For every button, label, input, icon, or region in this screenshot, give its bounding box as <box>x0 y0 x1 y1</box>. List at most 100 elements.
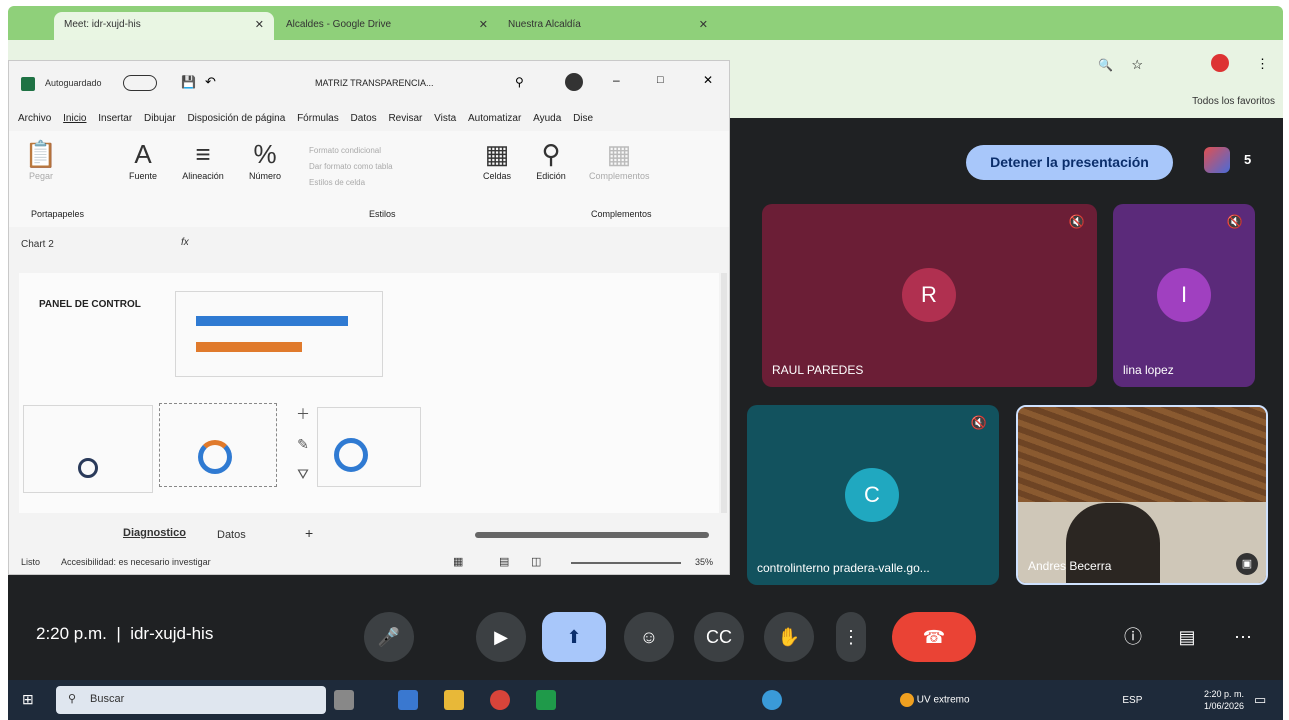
captions-button[interactable]: CC <box>694 612 744 662</box>
menu-vista[interactable]: Vista <box>434 113 456 124</box>
save-icon[interactable]: 💾 <box>181 75 196 89</box>
add-sheet-icon[interactable]: + <box>305 525 313 541</box>
profile-avatar[interactable] <box>1211 54 1229 72</box>
menu-disposicion[interactable]: Disposición de página <box>187 113 285 124</box>
maximize-icon[interactable]: □ <box>657 74 664 86</box>
sheet-tab-diagnostico[interactable]: Diagnostico <box>123 527 186 539</box>
menu-diseno[interactable]: Dise <box>573 113 593 124</box>
menu-insertar[interactable]: Insertar <box>98 113 132 124</box>
cell-styles-button[interactable]: Estilos de celda <box>309 175 393 191</box>
addins-button[interactable]: ▦ Complementos <box>589 137 650 181</box>
menu-datos[interactable]: Datos <box>351 113 377 124</box>
menu-ayuda[interactable]: Ayuda <box>533 113 561 124</box>
file-name[interactable]: MATRIZ TRANSPARENCIA... <box>315 78 434 88</box>
bookmark-star-icon[interactable]: ☆ <box>1131 57 1143 73</box>
page-break-icon[interactable]: ◫ <box>531 555 541 568</box>
paste-button[interactable]: 📋 Pegar <box>11 137 71 181</box>
more-menu-icon[interactable]: ⋮ <box>1256 56 1269 72</box>
alignment-label: Alineación <box>182 171 224 181</box>
vertical-scrollbar[interactable] <box>721 273 727 513</box>
chart-elements-icon[interactable]: ＋ <box>291 399 315 429</box>
taskbar-search-label: Buscar <box>90 693 125 705</box>
end-call-button[interactable]: ☎ <box>892 612 976 662</box>
indicator-card[interactable] <box>23 405 153 493</box>
mic-button[interactable]: 🎤 <box>364 612 414 662</box>
store-icon[interactable] <box>398 690 418 710</box>
system-tray: UV extremo ESP <box>900 693 1142 707</box>
zoom-icon[interactable]: 🔍 <box>1098 58 1113 72</box>
table-format-button[interactable]: Dar formato como tabla <box>309 159 393 175</box>
autosave-toggle[interactable] <box>123 75 157 91</box>
excel-taskbar-icon[interactable] <box>536 690 556 710</box>
group-addins-label: Complementos <box>591 209 652 219</box>
notifications-icon[interactable]: ▭ <box>1254 692 1266 708</box>
bookmarks-all[interactable]: Todos los favoritos <box>1192 96 1275 107</box>
stop-presenting-button[interactable]: Detener la presentación <box>966 145 1173 180</box>
font-button[interactable]: A Fuente <box>113 137 173 181</box>
tab-meet[interactable]: Meet: idr-xujd-his ✕ <box>54 12 274 40</box>
undo-icon[interactable]: ↶ <box>205 74 216 90</box>
normal-view-icon[interactable]: ▦ <box>453 555 463 568</box>
minimize-icon[interactable]: – <box>613 73 620 87</box>
menu-revisar[interactable]: Revisar <box>388 113 422 124</box>
participant-tile[interactable]: 🔇 C controlinterno pradera-valle.go... <box>747 405 999 585</box>
worksheet[interactable]: PANEL DE CONTROL ＋ ✎ ⛛ <box>19 273 719 513</box>
cond-format-button[interactable]: Formato condicional <box>309 143 393 159</box>
edge-icon[interactable] <box>762 690 782 710</box>
camera-button[interactable]: ▶ <box>476 612 526 662</box>
present-button[interactable]: ⬆ <box>542 612 606 662</box>
close-tab-icon[interactable]: ✕ <box>479 18 488 31</box>
menu-automatizar[interactable]: Automatizar <box>468 113 521 124</box>
taskbar-search[interactable]: ⚲ Buscar <box>56 686 326 714</box>
chart-styles-icon[interactable]: ✎ <box>291 429 315 459</box>
menu-dibujar[interactable]: Dibujar <box>144 113 176 124</box>
page-layout-icon[interactable]: ▤ <box>499 555 509 568</box>
activities-icon[interactable]: ⋯ <box>1218 612 1268 662</box>
editing-button[interactable]: ⚲ Edición <box>521 137 581 181</box>
sheet-tab-datos[interactable]: Datos <box>217 529 246 541</box>
info-icon[interactable]: ⓘ <box>1108 612 1158 662</box>
close-icon[interactable]: ✕ <box>703 73 713 87</box>
weather-icon[interactable] <box>900 693 914 707</box>
addins-label: Complementos <box>589 171 650 181</box>
chart-filter-icon[interactable]: ⛛ <box>291 459 315 489</box>
windows-start-icon[interactable]: ⊞ <box>22 691 34 708</box>
menu-archivo[interactable]: Archivo <box>18 113 51 124</box>
close-tab-icon[interactable]: ✕ <box>255 18 264 31</box>
chat-icon[interactable]: ▤ <box>1162 612 1212 662</box>
mic-off-icon: 🔇 <box>1068 214 1085 229</box>
number-button[interactable]: % Número <box>235 137 295 181</box>
participant-tile-video[interactable]: Andres Becerra ▣ <box>1016 405 1268 585</box>
horizontal-scrollbar[interactable] <box>475 532 709 538</box>
file-explorer-icon[interactable] <box>444 690 464 710</box>
task-view-icon[interactable] <box>334 690 354 710</box>
people-icon[interactable] <box>1204 147 1230 173</box>
menu-inicio[interactable]: Inicio <box>63 113 86 124</box>
chrome-icon[interactable] <box>490 690 510 710</box>
language-indicator[interactable]: ESP <box>1122 695 1142 706</box>
user-avatar[interactable] <box>565 73 583 91</box>
cells-button[interactable]: ▦ Celdas <box>467 137 527 181</box>
search-icon[interactable]: ⚲ <box>515 75 524 89</box>
reactions-button[interactable]: ☺ <box>624 612 674 662</box>
tab-meet-label: Meet: idr-xujd-his <box>64 19 141 30</box>
alignment-button[interactable]: ≡ Alineación <box>173 137 233 181</box>
menu-formulas[interactable]: Fórmulas <box>297 113 339 124</box>
indicator-card[interactable] <box>317 407 421 487</box>
bar-chart-card[interactable] <box>175 291 383 377</box>
accessibility-status[interactable]: Accesibilidad: es necesario investigar <box>61 557 211 567</box>
name-box[interactable]: Chart 2 <box>21 239 54 250</box>
close-tab-icon[interactable]: ✕ <box>699 18 708 31</box>
fx-icon[interactable]: fx <box>181 237 189 248</box>
donut-chart <box>78 458 98 478</box>
tab-alcaldia[interactable]: Nuestra Alcaldía ✕ <box>498 12 718 40</box>
more-options-button[interactable]: ⋮ <box>836 612 866 662</box>
raise-hand-button[interactable]: ✋ <box>764 612 814 662</box>
zoom-slider[interactable] <box>571 562 681 564</box>
taskbar-clock[interactable]: 2:20 p. m. 1/06/2026 <box>1204 688 1244 712</box>
indicator-card-selected[interactable] <box>159 403 277 487</box>
participant-tile[interactable]: 🔇 I lina lopez <box>1113 204 1255 387</box>
tab-drive[interactable]: Alcaldes - Google Drive ✕ <box>276 12 498 40</box>
participant-tile[interactable]: 🔇 R RAUL PAREDES <box>762 204 1097 387</box>
pin-icon[interactable]: ▣ <box>1236 553 1258 575</box>
